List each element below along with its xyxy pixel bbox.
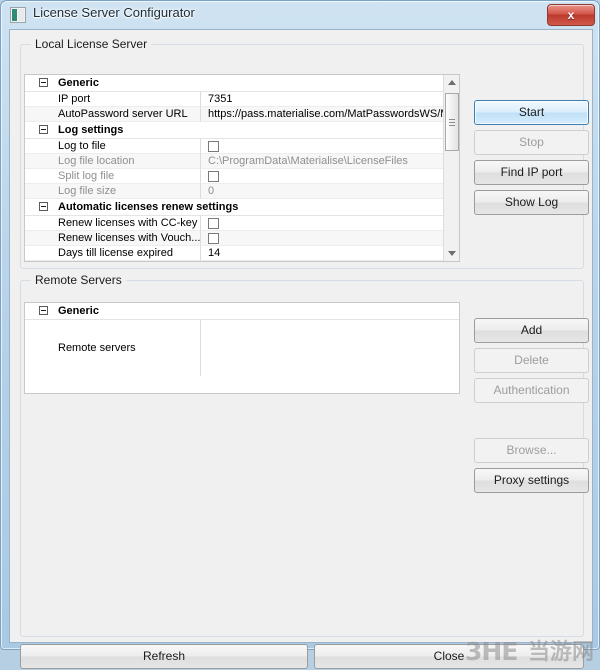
property-name: Split log file xyxy=(25,169,201,184)
close-button[interactable]: Close xyxy=(314,644,584,669)
checkbox[interactable] xyxy=(208,218,219,229)
property-row[interactable]: Remote servers xyxy=(25,320,459,376)
app-icon xyxy=(10,7,26,23)
property-row[interactable]: Renew licenses with CC-key xyxy=(25,216,459,231)
property-row[interactable]: AutoPassword server URL https://pass.mate… xyxy=(25,107,459,122)
local-grid-scrollbar[interactable] xyxy=(443,75,459,261)
title-bar[interactable]: License Server Configurator x xyxy=(1,1,600,29)
authentication-button[interactable]: Authentication xyxy=(474,378,589,403)
application-window: License Server Configurator x Local Lice… xyxy=(0,0,600,669)
stop-button[interactable]: Stop xyxy=(474,130,589,155)
property-row[interactable]: Log file location C:\ProgramData\Material… xyxy=(25,154,459,169)
property-value[interactable]: https://pass.materialise.com/MatPassword… xyxy=(201,107,459,122)
add-button[interactable]: Add xyxy=(474,318,589,343)
checkbox[interactable] xyxy=(208,141,219,152)
proxy-settings-button[interactable]: Proxy settings xyxy=(474,468,589,493)
property-value[interactable]: C:\ProgramData\Materialise\LicenseFiles xyxy=(201,154,459,169)
collapse-minus-icon[interactable] xyxy=(39,306,48,315)
property-row[interactable]: Log to file xyxy=(25,139,459,154)
property-category[interactable]: Generic xyxy=(25,303,459,320)
property-value[interactable] xyxy=(201,320,459,376)
client-area: Local License Server Generic IP port 7351 A… xyxy=(9,29,594,669)
property-name: IP port xyxy=(25,92,201,107)
start-button[interactable]: Start xyxy=(474,100,589,125)
scrollbar-thumb[interactable] xyxy=(445,93,459,151)
property-category[interactable]: Generic xyxy=(25,75,459,92)
property-row[interactable]: Log file size 0 xyxy=(25,184,459,199)
property-category-label: Automatic licenses renew settings xyxy=(58,201,239,213)
collapse-minus-icon[interactable] xyxy=(39,202,48,211)
property-value[interactable]: 7351 xyxy=(201,92,459,107)
property-row[interactable]: Split log file xyxy=(25,169,459,184)
property-category-label: Log settings xyxy=(58,124,124,136)
property-name: Log file location xyxy=(25,154,201,169)
property-name: Log file size xyxy=(25,184,201,199)
window-title: License Server Configurator xyxy=(33,5,195,20)
local-license-server-property-grid[interactable]: Generic IP port 7351 AutoPassword server UR… xyxy=(24,74,460,262)
close-window-button[interactable]: x xyxy=(547,4,595,26)
property-category-label: Generic xyxy=(58,305,99,317)
property-row[interactable]: IP port 7351 xyxy=(25,92,459,107)
property-name: Days till license expired xyxy=(25,246,201,261)
local-license-server-group-title: Local License Server xyxy=(31,37,152,51)
property-name: AutoPassword server URL xyxy=(25,107,201,122)
property-category[interactable]: Automatic licenses renew settings xyxy=(25,199,459,216)
remote-servers-group-title: Remote Servers xyxy=(31,273,126,287)
property-name: Renew licenses with Vouch... xyxy=(25,231,201,246)
find-ip-port-button[interactable]: Find IP port xyxy=(474,160,589,185)
browse-button[interactable]: Browse... xyxy=(474,438,589,463)
delete-button[interactable]: Delete xyxy=(474,348,589,373)
collapse-minus-icon[interactable] xyxy=(39,78,48,87)
remote-servers-property-grid[interactable]: Generic Remote servers xyxy=(24,302,460,394)
property-row[interactable]: Renew licenses with Vouch... xyxy=(25,231,459,246)
property-row[interactable]: Days till license expired 14 xyxy=(25,246,459,261)
collapse-minus-icon[interactable] xyxy=(39,125,48,134)
checkbox[interactable] xyxy=(208,171,219,182)
property-value[interactable] xyxy=(201,169,459,184)
scroll-down-arrow-icon[interactable] xyxy=(444,245,459,261)
property-value[interactable]: 14 xyxy=(201,246,459,261)
property-value[interactable]: 0 xyxy=(201,184,459,199)
property-value[interactable] xyxy=(201,139,459,154)
close-icon: x xyxy=(567,8,575,22)
property-value[interactable] xyxy=(201,216,459,231)
scroll-up-arrow-icon[interactable] xyxy=(444,75,459,91)
checkbox[interactable] xyxy=(208,233,219,244)
property-category-label: Generic xyxy=(58,77,99,89)
property-category[interactable]: Log settings xyxy=(25,122,459,139)
show-log-button[interactable]: Show Log xyxy=(474,190,589,215)
refresh-button[interactable]: Refresh xyxy=(20,644,308,669)
property-name: Renew licenses with CC-key xyxy=(25,216,201,231)
property-name: Remote servers xyxy=(25,320,201,376)
property-value[interactable] xyxy=(201,231,459,246)
property-name: Log to file xyxy=(25,139,201,154)
